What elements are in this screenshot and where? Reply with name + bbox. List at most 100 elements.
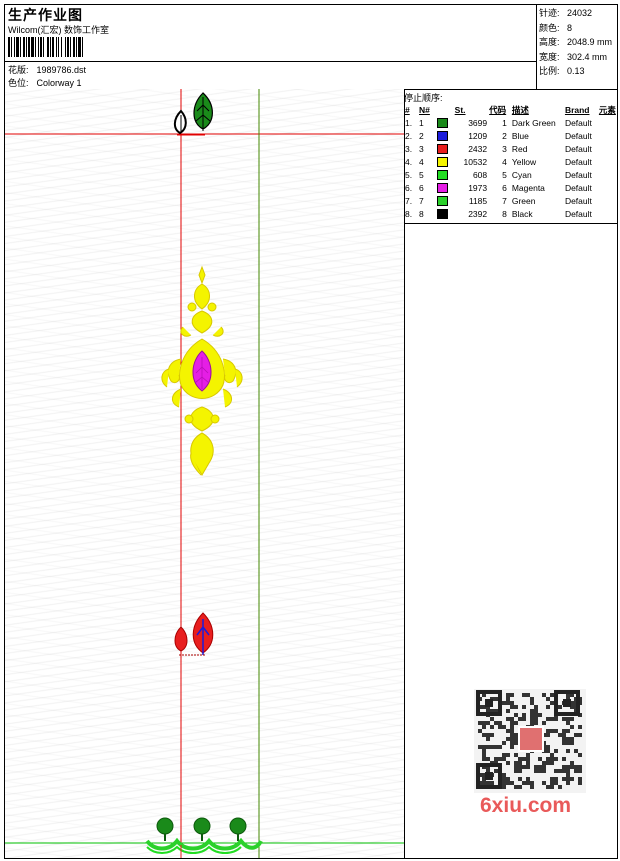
cell-code: 4 [502, 156, 507, 167]
stat-height: 高度: 2048.9 mm [539, 37, 613, 47]
table-row: 5. 5 608 5 Cyan Default [404, 168, 617, 181]
cell-n: 1 [419, 117, 424, 128]
cell-code: 6 [502, 182, 507, 193]
cell-desc: Green [511, 195, 536, 206]
color-swatch [436, 182, 448, 193]
cell-element [598, 168, 617, 181]
watermark: 6xiu.com [480, 794, 572, 817]
cell-element [598, 181, 617, 194]
cell-element [598, 116, 617, 129]
cell-swatch [432, 116, 454, 129]
col-header: 元素 [598, 104, 616, 115]
cell-code: 8 [502, 208, 507, 219]
cell-swatch [432, 207, 454, 220]
cell-desc: Yellow [511, 156, 537, 167]
green-border-motif [145, 817, 263, 858]
table-row: 8. 8 2392 8 Black Default [404, 207, 617, 220]
color-stop-table: 停止顺序: # N# St. 代码 描述 Brand 元素 1. 1 3699 1 Da… [404, 89, 617, 224]
col-header: Brand [564, 104, 590, 115]
cell-st: 608 [472, 169, 488, 180]
color-swatch [436, 195, 448, 206]
studio-name: Wilcom(汇宏) 数饰工作室 [8, 25, 109, 35]
cell-code: 2 [502, 130, 507, 141]
col-header: N# [419, 104, 430, 115]
table-row: 1. 1 3699 1 Dark Green Default [404, 116, 617, 129]
top-tree-motif [173, 92, 213, 136]
cell-desc: Black [511, 208, 533, 219]
cell-element [598, 142, 617, 155]
table-row: 6. 6 1973 6 Magenta Default [404, 181, 617, 194]
table-header-row: # N# St. 代码 描述 Brand 元素 [404, 103, 617, 116]
cell-st: 1185 [468, 195, 488, 206]
col-header: # [405, 104, 410, 115]
cell-idx: 3. [405, 143, 413, 154]
qr-code [474, 689, 586, 793]
cell-st: 3699 [468, 117, 488, 128]
cell-element [598, 155, 617, 168]
color-swatch [436, 156, 448, 167]
color-swatch [436, 130, 448, 141]
colorway-value: Colorway 1 [36, 78, 82, 88]
embroidery-preview [5, 89, 405, 858]
table-row: 3. 3 2432 3 Red Default [404, 142, 617, 155]
colorway-field: 色位: Colorway 1 [8, 76, 82, 89]
stat-stitches: 针迹: 24032 [539, 8, 593, 18]
cell-idx: 1. [405, 117, 413, 128]
header: 生产作业图 Wilcom(汇宏) 数饰工作室 花版: 1989786.dst 色… [5, 5, 617, 90]
cell-st: 2392 [468, 208, 488, 219]
stat-colors: 颜色: 8 [539, 22, 573, 33]
table-row: 4. 4 10532 4 Yellow Default [404, 155, 617, 168]
stats-panel: 针迹: 24032 颜色: 8 高度: 2048.9 mm 宽度: 302.4 mm 比… [536, 5, 618, 89]
cell-brand: Default [564, 195, 592, 206]
cell-desc: Red [511, 143, 528, 154]
cell-n: 2 [419, 130, 424, 141]
cell-brand: Default [564, 182, 592, 193]
cell-idx: 8. [405, 208, 413, 219]
pattern-field: 花版: 1989786.dst [8, 63, 86, 76]
col-header-spacer [432, 103, 454, 116]
production-sheet: 生产作业图 Wilcom(汇宏) 数饰工作室 花版: 1989786.dst 色… [4, 4, 618, 859]
cell-brand: Default [564, 117, 592, 128]
cell-n: 7 [419, 195, 424, 206]
cell-st: 10532 [463, 156, 488, 167]
cell-idx: 5. [405, 169, 413, 180]
cell-brand: Default [564, 208, 592, 219]
cell-desc: Cyan [511, 169, 532, 180]
cell-n: 6 [419, 182, 424, 193]
cell-swatch [432, 142, 454, 155]
cell-idx: 6. [405, 182, 413, 193]
cell-code: 5 [502, 169, 507, 180]
cell-code: 1 [502, 117, 507, 128]
cell-st: 1973 [468, 182, 488, 193]
cell-st: 1209 [468, 130, 488, 141]
cell-st: 2432 [468, 143, 488, 154]
cell-brand: Default [564, 130, 592, 141]
cell-n: 3 [419, 143, 424, 154]
cell-desc: Dark Green [511, 117, 556, 128]
cell-idx: 4. [405, 156, 413, 167]
page-title: 生产作业图 [8, 7, 83, 23]
cell-code: 3 [502, 143, 507, 154]
cell-code: 7 [502, 195, 507, 206]
cell-element [598, 194, 617, 207]
col-header: 代码 [489, 104, 507, 115]
cell-element [598, 207, 617, 220]
cell-swatch [432, 181, 454, 194]
cell-brand: Default [564, 169, 592, 180]
cell-desc: Magenta [511, 182, 545, 193]
col-header: 描述 [511, 104, 529, 115]
color-swatch [436, 169, 448, 180]
cell-idx: 2. [405, 130, 413, 141]
stat-scale: 比例: 0.13 [539, 66, 585, 76]
barcode [8, 37, 83, 57]
cell-swatch [432, 194, 454, 207]
colorway-label: 色位: [8, 78, 29, 88]
header-info: 生产作业图 Wilcom(汇宏) 数饰工作室 花版: 1989786.dst 色… [5, 5, 536, 89]
pattern-label: 花版: [8, 65, 29, 75]
cell-swatch [432, 155, 454, 168]
cell-brand: Default [564, 143, 592, 154]
cell-swatch [432, 129, 454, 142]
header-divider [5, 61, 536, 62]
col-header: St. [454, 104, 466, 115]
cell-element [598, 129, 617, 142]
